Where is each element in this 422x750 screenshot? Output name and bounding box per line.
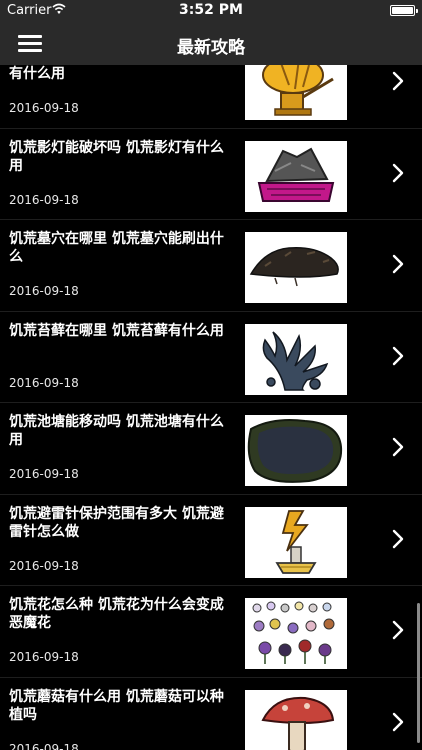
article-title: 饥荒墓穴在哪里 饥荒墓穴能刷出什么 — [9, 231, 224, 265]
article-list[interactable]: 饥荒古代雕像在哪里 饥荒古代雕像有什么用 2016-09-18 饥荒影灯能破坏吗… — [0, 65, 422, 750]
article-date: 2016-09-18 — [9, 558, 79, 573]
article-date: 2016-09-18 — [9, 741, 79, 750]
mushroom-icon — [261, 696, 335, 750]
article-row[interactable]: 饥荒花怎么种 饥荒花为什么会变成恶魔花 2016-09-18 — [0, 586, 422, 678]
article-thumbnail — [245, 689, 347, 750]
article-date: 2016-09-18 — [9, 101, 79, 115]
shadow-lamp-icon — [257, 147, 335, 202]
navigation-bar: 最新攻略 — [0, 22, 422, 65]
article-date: 2016-09-18 — [9, 650, 79, 664]
article-title: 饥荒影灯能破坏吗 饥荒影灯有什么用 — [9, 139, 224, 174]
article-thumbnail — [245, 598, 347, 669]
lightning-rod-icon — [275, 509, 317, 574]
article-row[interactable]: 饥荒影灯能破坏吗 饥荒影灯有什么用 2016-09-18 — [0, 129, 422, 220]
article-title: 饥荒苔藓在哪里 饥荒苔藓有什么用 — [9, 322, 224, 339]
page-title: 最新攻略 — [177, 38, 245, 58]
chevron-right-icon — [392, 254, 404, 274]
article-row[interactable]: 饥荒古代雕像在哪里 饥荒古代雕像有什么用 2016-09-18 — [0, 65, 422, 129]
ancient-statue-icon — [262, 65, 334, 116]
article-title: 饥荒避雷针保护范围有多大 饥荒避雷针怎么做 — [9, 505, 224, 540]
battery-icon — [390, 5, 418, 16]
chevron-right-icon — [392, 163, 404, 182]
article-title: 饥荒池塘能移动吗 饥荒池塘有什么用 — [9, 414, 224, 448]
pond-icon — [247, 419, 343, 483]
article-row[interactable]: 饥荒墓穴在哪里 饥荒墓穴能刷出什么 2016-09-18 — [0, 220, 422, 312]
article-thumbnail — [245, 323, 347, 395]
article-thumbnail — [245, 65, 347, 120]
status-bar: Carrier 3:52 PM — [0, 0, 422, 22]
article-row[interactable]: 饥荒避雷针保护范围有多大 饥荒避雷针怎么做 2016-09-18 — [0, 495, 422, 586]
scroll-indicator[interactable] — [417, 603, 420, 743]
article-title: 饥荒古代雕像在哪里 饥荒古代雕像有什么用 — [9, 66, 65, 82]
article-date: 2016-09-18 — [9, 375, 79, 390]
article-title: 饥荒蘑菇有什么用 饥荒蘑菇可以种植吗 — [9, 688, 224, 723]
article-title: 饥荒花怎么种 饥荒花为什么会变成恶魔花 — [9, 597, 224, 631]
article-thumbnail — [245, 232, 347, 303]
article-row[interactable]: 饥荒蘑菇有什么用 饥荒蘑菇可以种植吗 2016-09-18 — [0, 678, 422, 750]
article-thumbnail — [245, 140, 347, 212]
flowers-icon — [252, 601, 335, 664]
article-date: 2016-09-18 — [9, 284, 79, 298]
chevron-right-icon — [392, 712, 404, 731]
chevron-right-icon — [392, 529, 404, 548]
article-row[interactable]: 饥荒池塘能移动吗 饥荒池塘有什么用 2016-09-18 — [0, 403, 422, 495]
chevron-right-icon — [392, 437, 404, 457]
chevron-right-icon — [392, 620, 404, 640]
article-thumbnail — [245, 415, 347, 486]
article-row[interactable]: 饥荒苔藓在哪里 饥荒苔藓有什么用 2016-09-18 — [0, 312, 422, 403]
chevron-right-icon — [392, 71, 404, 91]
article-thumbnail — [245, 506, 347, 578]
moss-icon — [262, 330, 329, 391]
article-date: 2016-09-18 — [9, 467, 79, 481]
chevron-right-icon — [392, 346, 404, 365]
grave-mound-icon — [249, 246, 339, 287]
status-time: 3:52 PM — [179, 2, 243, 18]
article-date: 2016-09-18 — [9, 192, 79, 207]
